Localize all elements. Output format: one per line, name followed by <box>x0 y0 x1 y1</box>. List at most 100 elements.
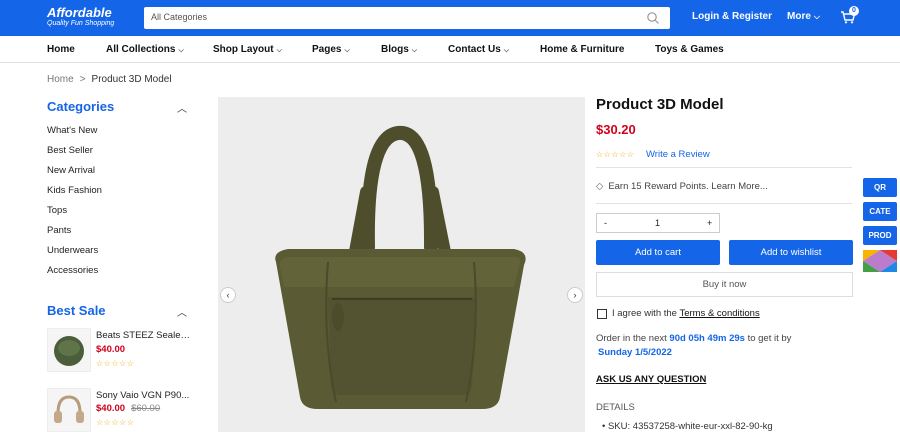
logo-title: Affordable <box>47 5 112 20</box>
divider <box>596 203 852 204</box>
nav-all-collections[interactable]: All Collections ⌵ <box>106 44 184 55</box>
product-thumbnail[interactable] <box>47 388 91 432</box>
nav-contact-us[interactable]: Contact Us ⌵ <box>448 44 509 55</box>
breadcrumb-current: Product 3D Model <box>91 74 172 85</box>
price-value: $40.00 <box>96 403 126 414</box>
write-review-link[interactable]: Write a Review <box>646 149 710 160</box>
qty-input[interactable]: 1 <box>655 218 660 228</box>
quantity-stepper: - 1 + <box>596 213 720 233</box>
chevron-down-icon: ⌵ <box>411 47 418 54</box>
chevron-up-icon[interactable]: ︿ <box>177 304 187 319</box>
main-nav: Home All Collections ⌵ Shop Layout ⌵ Pages… <box>0 36 900 63</box>
reward-text: Earn 15 Reward Points. <box>608 181 709 192</box>
category-item[interactable]: Best Seller <box>47 145 93 156</box>
order-suffix: to get it by <box>747 333 792 344</box>
category-item[interactable]: Accessories <box>47 265 98 276</box>
search-placeholder: All Categories <box>151 12 208 22</box>
delivery-date: Sunday 1/5/2022 <box>598 347 672 358</box>
categories-side-button[interactable]: CATE <box>863 202 897 221</box>
breadcrumb-separator: > <box>79 74 86 85</box>
old-price: $60.00 <box>131 403 161 414</box>
more-label: More <box>787 11 811 22</box>
category-item[interactable]: What's New <box>47 125 97 136</box>
agree-text: I agree with the <box>612 308 677 319</box>
product-title: Product 3D Model <box>596 96 724 113</box>
chevron-up-icon[interactable]: ︿ <box>177 100 187 115</box>
qty-plus-button[interactable]: + <box>707 218 712 228</box>
gallery-prev-button[interactable]: ‹ <box>220 287 236 303</box>
terms-link[interactable]: Terms & conditions <box>679 308 759 319</box>
nav-label: Contact Us <box>448 44 501 55</box>
chevron-down-icon: ⌵ <box>503 47 510 54</box>
add-to-cart-button[interactable]: Add to cart <box>596 240 720 265</box>
cart-count-badge: 0 <box>849 6 859 16</box>
chevron-down-icon: ⌵ <box>276 47 282 54</box>
sku-text: SKU: 43537258-white-eur-xxl-82-90-kg <box>607 421 773 432</box>
rating-stars: ☆☆☆☆☆ <box>96 359 135 368</box>
tote-bag-image <box>275 125 526 409</box>
chevron-down-icon: ⌵ <box>178 47 184 54</box>
qty-minus-button[interactable]: - <box>604 218 607 228</box>
order-countdown: Order in the next 90d 05h 49m 29s to get… <box>596 333 791 344</box>
nav-label: All Collections <box>106 44 176 55</box>
buy-now-button[interactable]: Buy it now <box>596 272 853 297</box>
product-thumbnail[interactable] <box>47 328 91 372</box>
agree-checkbox[interactable] <box>597 309 607 319</box>
product-gallery[interactable]: ‹ › <box>218 97 585 432</box>
category-item[interactable]: Underwears <box>47 245 98 256</box>
sku-item: • SKU: 43537258-white-eur-xxl-82-90-kg <box>602 421 773 432</box>
nav-label: Toys & Games <box>655 44 724 55</box>
countdown-timer: 90d 05h 49m 29s <box>669 333 745 344</box>
nav-label: Pages <box>312 44 342 55</box>
rating-stars: ☆☆☆☆☆ <box>96 418 135 427</box>
breadcrumb-home[interactable]: Home <box>47 74 74 85</box>
price-value: $40.00 <box>96 344 126 355</box>
nav-label: Blogs <box>381 44 409 55</box>
reward-points: ◇ Earn 15 Reward Points. Learn More... <box>596 181 768 192</box>
app-launcher-icon[interactable] <box>863 250 897 272</box>
order-prefix: Order in the next <box>596 333 667 344</box>
login-register-link[interactable]: Login & Register <box>692 11 772 22</box>
more-menu[interactable]: More ⌵ <box>787 11 820 22</box>
nav-home[interactable]: Home <box>47 44 75 55</box>
agree-label: I agree with the Terms & conditions <box>612 308 760 319</box>
headphones-image <box>54 395 84 423</box>
product-name[interactable]: Beats STEEZ Sealed ... <box>96 330 191 341</box>
search-icon[interactable] <box>646 11 660 25</box>
top-bar: Affordable Quality Fun Shopping All Cate… <box>0 0 900 36</box>
search-input[interactable]: All Categories <box>144 7 670 29</box>
nav-toys-games[interactable]: Toys & Games <box>655 44 724 55</box>
best-sale-title: Best Sale <box>47 303 106 318</box>
learn-more-link[interactable]: Learn More... <box>711 181 768 192</box>
qr-side-button[interactable]: QR <box>863 178 897 197</box>
category-item[interactable]: Kids Fashion <box>47 185 102 196</box>
nav-label: Home <box>47 44 75 55</box>
product-price: $30.20 <box>596 122 636 137</box>
product-name[interactable]: Sony Vaio VGN P90... <box>96 390 191 401</box>
headphone-case-image <box>54 336 84 366</box>
logo[interactable]: Affordable Quality Fun Shopping <box>47 6 114 27</box>
logo-tagline: Quality Fun Shopping <box>47 20 115 27</box>
divider <box>596 167 852 168</box>
nav-shop-layout[interactable]: Shop Layout ⌵ <box>213 44 282 55</box>
category-item[interactable]: New Arrival <box>47 165 95 176</box>
chevron-down-icon: ⌵ <box>344 47 350 54</box>
products-side-button[interactable]: PROD <box>863 226 897 245</box>
category-item[interactable]: Pants <box>47 225 71 236</box>
product-price: $40.00 <box>96 344 125 355</box>
diamond-icon: ◇ <box>596 181 604 192</box>
nav-pages[interactable]: Pages ⌵ <box>312 44 350 55</box>
details-label: DETAILS <box>596 402 635 413</box>
breadcrumb: Home > Product 3D Model <box>47 74 172 85</box>
category-item[interactable]: Tops <box>47 205 67 216</box>
rating-stars: ☆☆☆☆☆ <box>596 150 635 159</box>
add-to-wishlist-button[interactable]: Add to wishlist <box>729 240 853 265</box>
gallery-next-button[interactable]: › <box>567 287 583 303</box>
nav-home-furniture[interactable]: Home & Furniture <box>540 44 624 55</box>
chevron-down-icon: ⌵ <box>813 12 820 21</box>
categories-title: Categories <box>47 99 115 114</box>
ask-question-link[interactable]: ASK US ANY QUESTION <box>596 374 706 385</box>
nav-label: Home & Furniture <box>540 44 625 55</box>
nav-blogs[interactable]: Blogs ⌵ <box>381 44 417 55</box>
product-price: $40.00 $60.00 <box>96 403 160 414</box>
